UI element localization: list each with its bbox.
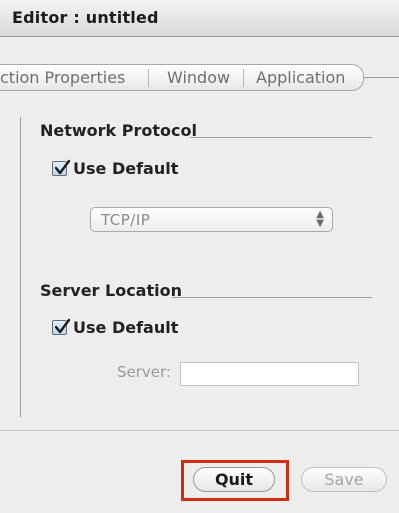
save-button[interactable]: Save bbox=[301, 467, 387, 492]
tab-window[interactable]: Window bbox=[167, 68, 230, 87]
bottom-divider bbox=[0, 430, 399, 431]
up-down-arrows-icon: ▲ ▼ bbox=[316, 209, 324, 229]
server-location-label: Server Location bbox=[40, 281, 182, 300]
tab-connection-properties[interactable]: ction Properties bbox=[0, 68, 125, 87]
checkbox-checked-icon bbox=[52, 159, 71, 176]
panel-left-border bbox=[20, 117, 21, 417]
network-protocol-label: Network Protocol bbox=[40, 121, 197, 140]
server-field-label: Server: bbox=[117, 363, 171, 381]
tab-divider bbox=[148, 69, 149, 87]
tab-application[interactable]: Application bbox=[256, 68, 345, 87]
checkbox-checked-icon bbox=[52, 318, 71, 335]
window-title: Editor : untitled bbox=[12, 8, 159, 27]
tab-panel-border bbox=[363, 77, 399, 78]
window-titlebar: Editor : untitled bbox=[0, 0, 399, 37]
server-use-default-checkbox[interactable]: Use Default bbox=[52, 318, 178, 337]
protocol-selected-value: TCP/IP bbox=[101, 211, 151, 229]
tab-divider bbox=[243, 69, 244, 87]
network-use-default-label: Use Default bbox=[73, 159, 179, 178]
network-use-default-checkbox[interactable]: Use Default bbox=[52, 159, 178, 178]
server-location-rule bbox=[172, 297, 372, 298]
quit-button[interactable]: Quit bbox=[193, 467, 275, 492]
network-protocol-rule bbox=[190, 137, 372, 138]
protocol-popup-select[interactable]: TCP/IP ▲ ▼ bbox=[90, 207, 333, 232]
server-use-default-label: Use Default bbox=[73, 318, 179, 337]
tab-bar: ction Properties Window Application bbox=[0, 64, 364, 91]
server-input[interactable] bbox=[180, 362, 359, 386]
